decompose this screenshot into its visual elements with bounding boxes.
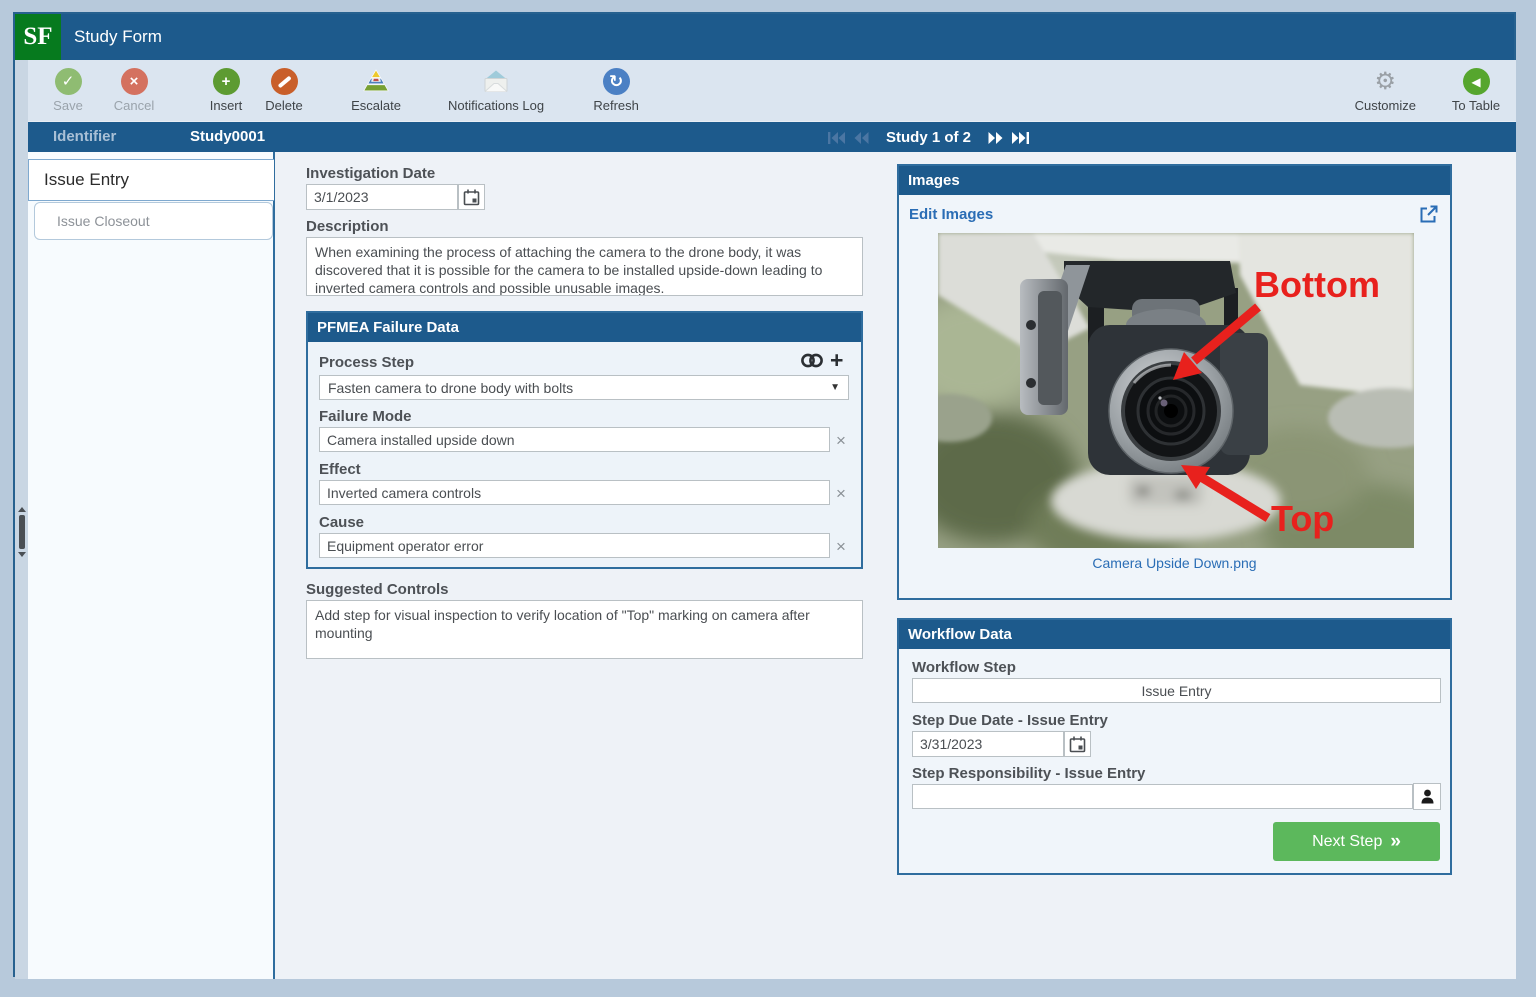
process-step-select[interactable]: Fasten camera to drone body with bolts ▼ bbox=[319, 375, 849, 400]
cancel-button[interactable]: × Cancel bbox=[108, 68, 160, 113]
next-step-button[interactable]: Next Step » bbox=[1273, 822, 1440, 861]
app-logo: SF bbox=[15, 14, 61, 60]
chevron-down-icon: ▼ bbox=[830, 382, 840, 393]
step-due-date-calendar-button[interactable] bbox=[1064, 731, 1091, 757]
workflow-step-label: Workflow Step bbox=[912, 659, 1016, 676]
plus-icon: + bbox=[830, 347, 843, 373]
splitter-down-arrow-icon bbox=[18, 552, 26, 557]
failure-mode-remove-icon[interactable]: × bbox=[836, 432, 846, 449]
investigation-date-label: Investigation Date bbox=[306, 165, 435, 182]
step-responsibility-label: Step Responsibility - Issue Entry bbox=[912, 765, 1145, 782]
suggested-controls-label: Suggested Controls bbox=[306, 581, 449, 598]
identifier-value: Study0001 bbox=[190, 128, 265, 145]
effect-label: Effect bbox=[319, 461, 361, 478]
step-due-date-label: Step Due Date - Issue Entry bbox=[912, 712, 1108, 729]
pager-text: Study 1 of 2 bbox=[886, 129, 971, 146]
previous-record-icon[interactable] bbox=[854, 132, 869, 144]
suggested-controls-textarea[interactable]: Add step for visual inspection to verify… bbox=[306, 600, 863, 659]
refresh-arrow-icon: ↻ bbox=[603, 68, 630, 95]
next-record-icon[interactable] bbox=[988, 132, 1003, 144]
notifications-log-button[interactable]: Notifications Log bbox=[448, 68, 544, 113]
step-responsibility-input[interactable] bbox=[912, 784, 1413, 809]
splitter-grip bbox=[19, 515, 25, 549]
process-step-add-button[interactable]: + bbox=[830, 349, 843, 372]
gear-icon: ⚙ bbox=[1375, 68, 1397, 95]
effect-remove-icon[interactable]: × bbox=[836, 485, 846, 502]
workflow-panel: Workflow Data Workflow Step Step Due Dat… bbox=[897, 618, 1452, 875]
investigation-date-input[interactable] bbox=[306, 184, 458, 210]
images-panel: Images Edit Images bbox=[897, 164, 1452, 600]
step-due-date-input[interactable] bbox=[912, 731, 1064, 757]
insert-plus-icon: + bbox=[213, 68, 240, 95]
refresh-button[interactable]: ↻ Refresh bbox=[590, 68, 642, 113]
splitter-up-arrow-icon bbox=[18, 507, 26, 512]
first-record-icon[interactable] bbox=[828, 132, 845, 144]
failure-mode-input[interactable] bbox=[319, 427, 830, 452]
attached-image[interactable]: Bottom Top bbox=[938, 233, 1414, 548]
content-area: Issue Entry Issue Closeout Investigation… bbox=[28, 152, 1516, 979]
customize-button[interactable]: ⚙ Customize bbox=[1355, 68, 1416, 113]
title-bar: SF Study Form bbox=[15, 14, 1514, 60]
select-person-button[interactable] bbox=[1413, 783, 1441, 810]
tab-strip: Issue Entry Issue Closeout bbox=[28, 152, 275, 979]
calendar-icon bbox=[463, 189, 480, 206]
person-icon bbox=[1419, 788, 1436, 805]
cause-remove-icon[interactable]: × bbox=[836, 538, 846, 555]
study-form-window: SF Study Form ✓ Save × Cancel + Insert D… bbox=[13, 12, 1516, 977]
failure-mode-label: Failure Mode bbox=[319, 408, 412, 425]
identifier-bar: Identifier Study0001 Study 1 of 2 bbox=[28, 121, 1516, 152]
tab-issue-closeout[interactable]: Issue Closeout bbox=[34, 202, 273, 240]
toolbar: ✓ Save × Cancel + Insert Delete Escalate bbox=[28, 60, 1516, 121]
edit-images-link[interactable]: Edit Images bbox=[909, 206, 993, 223]
image-filename-link[interactable]: Camera Upside Down.png bbox=[899, 555, 1450, 571]
pfmea-panel-header: PFMEA Failure Data bbox=[308, 313, 861, 342]
effect-input[interactable] bbox=[319, 480, 830, 505]
left-gutter bbox=[15, 60, 29, 979]
tab-issue-entry[interactable]: Issue Entry bbox=[28, 159, 274, 201]
double-chevron-icon: » bbox=[1390, 831, 1401, 853]
back-arrow-icon: ◀ bbox=[1463, 68, 1490, 95]
envelope-icon bbox=[481, 68, 511, 95]
external-link-icon[interactable] bbox=[1419, 205, 1438, 224]
page-title: Study Form bbox=[74, 27, 162, 47]
splitter-handle[interactable] bbox=[18, 507, 25, 557]
workflow-panel-header: Workflow Data bbox=[899, 620, 1450, 649]
description-textarea[interactable]: When examining the process of attaching … bbox=[306, 237, 863, 296]
calendar-icon bbox=[1069, 736, 1086, 753]
escalate-button[interactable]: Escalate bbox=[350, 68, 402, 113]
description-label: Description bbox=[306, 218, 389, 235]
cause-input[interactable] bbox=[319, 533, 830, 558]
cancel-x-icon: × bbox=[121, 68, 148, 95]
cause-label: Cause bbox=[319, 514, 364, 531]
identifier-label: Identifier bbox=[53, 128, 116, 145]
delete-slash-icon bbox=[271, 68, 298, 95]
escalate-pyramid-icon bbox=[361, 68, 391, 95]
chain-link-icon bbox=[800, 352, 824, 369]
last-record-icon[interactable] bbox=[1012, 132, 1029, 144]
annotation-bottom-text: Bottom bbox=[1254, 264, 1380, 305]
delete-button[interactable]: Delete bbox=[258, 68, 310, 113]
images-panel-header: Images bbox=[899, 166, 1450, 195]
save-check-icon: ✓ bbox=[55, 68, 82, 95]
annotation-top-text: Top bbox=[1271, 498, 1334, 539]
process-step-link-button[interactable] bbox=[800, 352, 824, 374]
process-step-label: Process Step bbox=[319, 354, 414, 371]
insert-button[interactable]: + Insert bbox=[200, 68, 252, 113]
investigation-date-calendar-button[interactable] bbox=[458, 184, 485, 210]
workflow-step-input[interactable] bbox=[912, 678, 1441, 703]
to-table-button[interactable]: ◀ To Table bbox=[1450, 68, 1502, 113]
record-pager: Study 1 of 2 bbox=[828, 122, 1029, 153]
save-button[interactable]: ✓ Save bbox=[42, 68, 94, 113]
